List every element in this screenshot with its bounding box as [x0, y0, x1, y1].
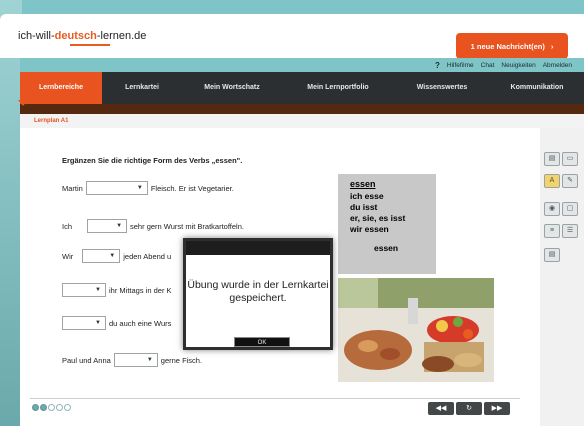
chevron-down-icon: ▼: [109, 253, 116, 259]
verb-form: [350, 235, 424, 243]
tab-kommunikation[interactable]: Kommunikation: [490, 72, 584, 104]
chevron-right-icon: ›: [550, 41, 554, 51]
text-icon[interactable]: ≡: [544, 224, 560, 238]
ok-button[interactable]: OK: [234, 337, 290, 347]
site-logo[interactable]: ich-will-deutsch-lernen.de: [18, 30, 147, 46]
tab-mein-lernportfolio[interactable]: Mein Lernportfolio: [282, 72, 394, 104]
answer-select[interactable]: ▼: [62, 283, 106, 297]
new-messages-button[interactable]: 1 neue Nachricht(en) ›: [456, 33, 568, 65]
link-neuigkeiten[interactable]: Neuigkeiten: [501, 62, 535, 69]
progress-dot: [40, 404, 47, 411]
answer-select[interactable]: ▼: [113, 353, 158, 367]
prev-button[interactable]: ◀◀: [428, 402, 454, 415]
next-button[interactable]: ▶▶: [484, 402, 510, 415]
exercise-row: Wir ▼ jeden Abend u: [62, 249, 171, 263]
logo-highlight: deutsch: [54, 30, 97, 42]
row-prefix: Martin: [62, 183, 83, 193]
food-photo: [338, 278, 494, 382]
progress-dot: [32, 404, 39, 411]
exercise-instruction: Ergänzen Sie die richtige Form des Verbs…: [62, 156, 243, 165]
conjugation-box: essen ich esse du isst er, sie, es isst …: [338, 174, 436, 274]
link-abmelden[interactable]: Abmelden: [543, 62, 572, 69]
logo-prefix: ich-will-: [18, 30, 55, 42]
exercise-row: Martin ▼ Fleisch. Er ist Vegetarier.: [62, 181, 234, 195]
row-suffix: gerne Fisch.: [160, 355, 203, 365]
progress-dots: [32, 404, 71, 411]
link-hilfefilme[interactable]: Hilfefilme: [447, 62, 474, 69]
answer-select[interactable]: ▼: [62, 316, 106, 330]
row-suffix: sehr gern Wurst mit Bratkartoffeln.: [130, 221, 244, 231]
list-icon[interactable]: ☰: [562, 224, 578, 238]
logo-suffix: -lernen.de: [96, 30, 147, 42]
top-links-bar: ? Hilfefilme Chat Neuigkeiten Abmelden: [20, 58, 584, 72]
exercise-row: Ich ▼ sehr gern Wurst mit Bratkartoffeln…: [62, 219, 244, 233]
row-suffix: Fleisch. Er ist Vegetarier.: [150, 183, 234, 193]
app-window: ich-will-deutsch-lernen.de 1 neue Nachri…: [0, 0, 584, 426]
footer-divider: [30, 398, 520, 399]
exercise-row: ▼ du auch eine Wurs: [62, 316, 171, 330]
help-icon[interactable]: ?: [435, 61, 440, 70]
site-header: ich-will-deutsch-lernen.de 1 neue Nachri…: [0, 14, 584, 65]
verb-title: essen: [350, 179, 376, 189]
print-icon[interactable]: ▤: [544, 152, 560, 166]
progress-dot: [56, 404, 63, 411]
new-messages-label: 1 neue Nachricht(en): [470, 41, 545, 51]
row-suffix: jeden Abend u: [123, 251, 172, 261]
exercise-pager: ◀◀ ↻ ▶▶: [428, 402, 510, 415]
verb-form: wir essen: [350, 224, 389, 234]
chevron-down-icon: ▼: [116, 223, 123, 229]
chevron-down-icon: ▼: [95, 287, 101, 293]
dictionary-icon[interactable]: A: [544, 174, 560, 188]
saved-dialog: Übung wurde in der Lernkartei gespeicher…: [183, 238, 333, 350]
verb-form: er, sie, es isst: [350, 213, 406, 223]
breadcrumb[interactable]: Lernplan A1: [20, 114, 584, 128]
logo-underline: [70, 44, 110, 46]
tab-wissenswertes[interactable]: Wissenswertes: [394, 72, 490, 104]
verb-form: du isst: [350, 202, 378, 212]
pdf-icon[interactable]: ▤: [544, 248, 560, 262]
row-prefix: Paul und Anna: [62, 355, 111, 365]
tab-lernbereiche[interactable]: Lernbereiche: [20, 72, 102, 104]
food-image: [338, 278, 494, 382]
chevron-down-icon: ▼: [136, 185, 143, 191]
row-prefix: Wir: [62, 251, 74, 261]
notes-icon[interactable]: ✎: [562, 174, 578, 188]
progress-dot: [48, 404, 55, 411]
chevron-down-icon: ▼: [95, 320, 101, 326]
dialog-titlebar: [186, 241, 330, 255]
printer-icon[interactable]: ▭: [562, 152, 578, 166]
answer-select[interactable]: ▼: [82, 249, 121, 263]
verb-form: ich esse: [350, 191, 384, 201]
link-chat[interactable]: Chat: [481, 62, 495, 69]
chevron-down-icon: ▼: [146, 357, 153, 363]
reload-button[interactable]: ↻: [456, 402, 482, 415]
exercise-row: ▼ ihr Mittags in der K: [62, 283, 172, 297]
row-suffix: ihr Mittags in der K: [109, 285, 172, 295]
tab-mein-wortschatz[interactable]: Mein Wortschatz: [182, 72, 282, 104]
answer-select[interactable]: ▼: [85, 181, 148, 195]
row-prefix: Ich: [62, 221, 73, 231]
main-nav: Lernbereiche Lernkartei Mein Wortschatz …: [20, 72, 584, 104]
dialog-message: Übung wurde in der Lernkartei gespeicher…: [187, 279, 329, 304]
folder-icon[interactable]: ▢: [562, 202, 578, 216]
answer-select[interactable]: ▼: [87, 219, 128, 233]
progress-dot: [64, 404, 71, 411]
active-tab-pointer: [18, 100, 28, 106]
audio-icon[interactable]: ◉: [544, 202, 560, 216]
tool-sidebar: ▤ ▭ A ✎ ◉ ▢ ≡ ☰ ▤: [540, 128, 584, 426]
tab-lernkartei[interactable]: Lernkartei: [102, 72, 182, 104]
row-suffix: du auch eine Wurs: [109, 318, 172, 328]
exercise-row: Paul und Anna ▼ gerne Fisch.: [62, 353, 202, 367]
verb-form: essen: [374, 243, 399, 253]
nav-subbar: [20, 104, 584, 114]
